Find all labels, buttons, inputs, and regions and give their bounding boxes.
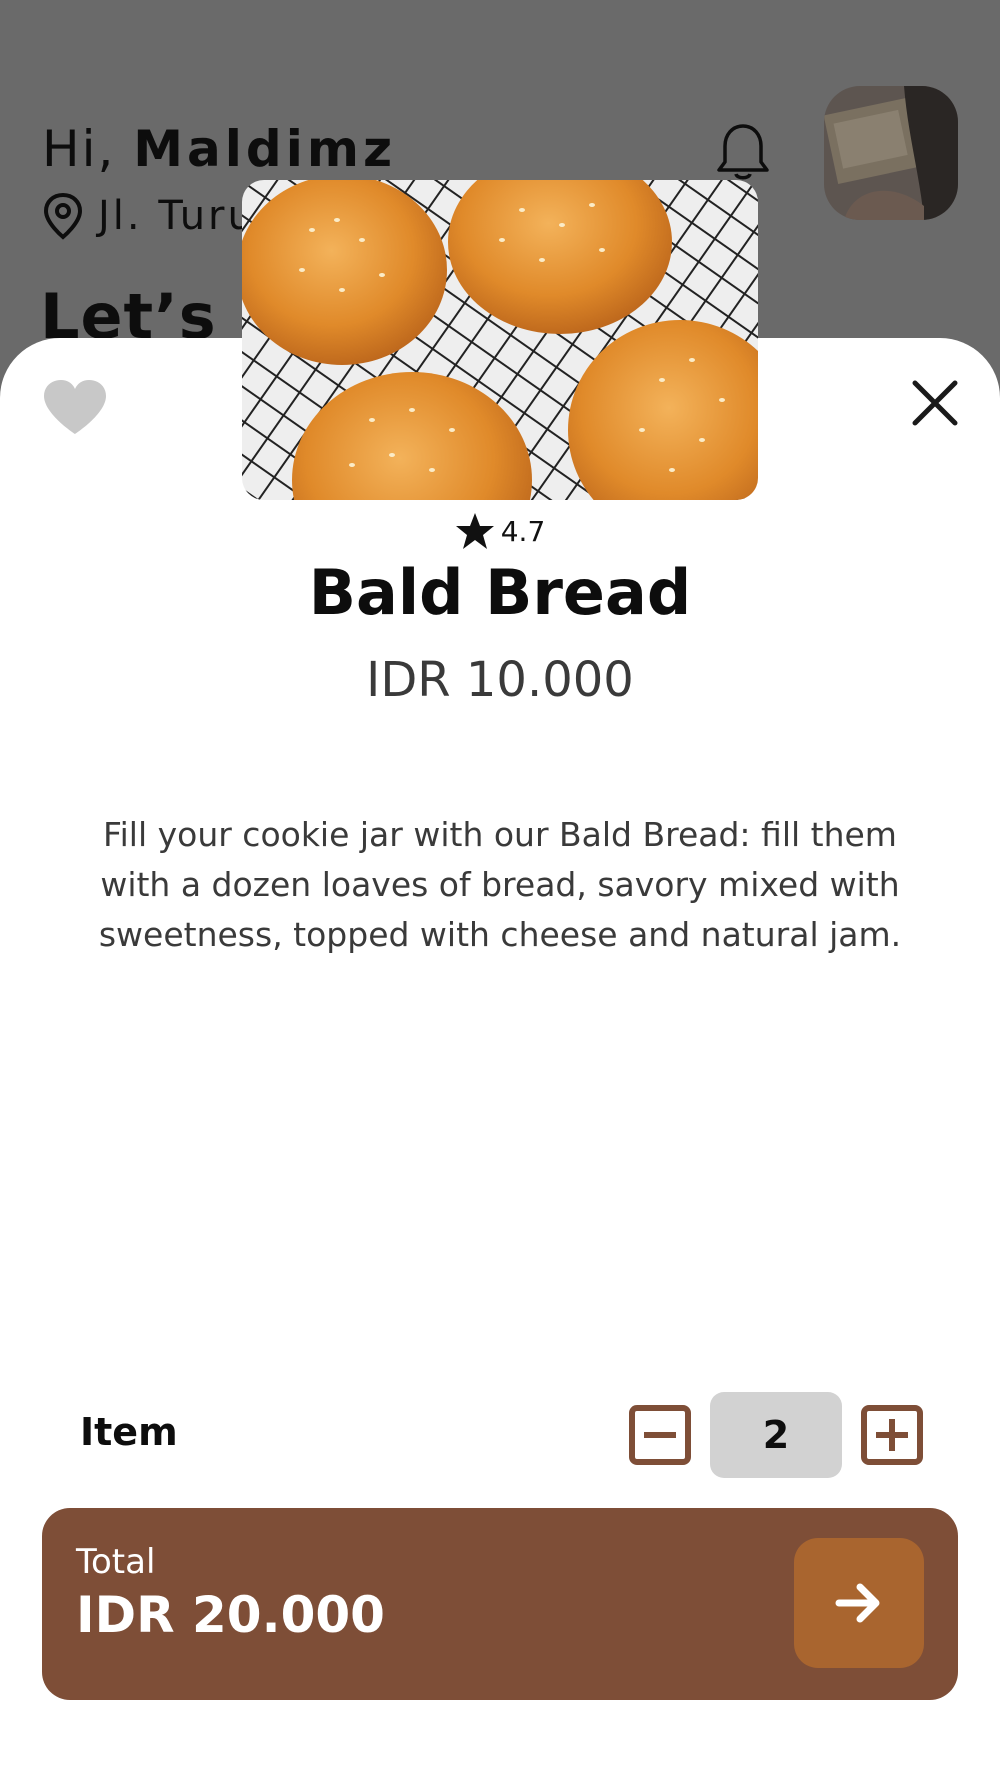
checkout-bar: Total IDR 20.000 xyxy=(42,1508,958,1700)
quantity-label: Item xyxy=(80,1410,178,1454)
user-name: Maldimz xyxy=(133,120,397,178)
minus-square-icon[interactable] xyxy=(628,1404,692,1466)
product-description: Fill your cookie jar with our Bald Bread… xyxy=(98,815,902,954)
quantity-value[interactable]: 2 xyxy=(710,1392,842,1478)
star-icon xyxy=(455,513,494,549)
total-amount: IDR 20.000 xyxy=(76,1586,385,1644)
product-price: IDR 10.000 xyxy=(366,652,634,708)
greeting: Hi, Maldimz xyxy=(42,120,396,178)
rating-value: 4.7 xyxy=(500,514,546,548)
bell-icon[interactable] xyxy=(715,122,771,182)
checkout-button[interactable] xyxy=(794,1538,924,1668)
plus-square-icon[interactable] xyxy=(860,1404,924,1466)
product-name: Bald Bread xyxy=(308,556,692,629)
quantity-number: 2 xyxy=(762,1413,790,1457)
heart-icon[interactable] xyxy=(40,378,110,438)
total-label: Total xyxy=(76,1542,156,1582)
rating: 4.7 xyxy=(0,512,1000,550)
map-pin-icon xyxy=(43,192,83,240)
product-image xyxy=(242,180,758,500)
greeting-prefix: Hi, xyxy=(42,120,116,178)
avatar[interactable] xyxy=(824,86,958,220)
close-icon[interactable] xyxy=(910,378,960,428)
location-row[interactable]: Jl. Turu xyxy=(42,192,256,240)
location-text: Jl. Turu xyxy=(98,193,256,239)
arrow-right-icon xyxy=(835,1583,880,1623)
